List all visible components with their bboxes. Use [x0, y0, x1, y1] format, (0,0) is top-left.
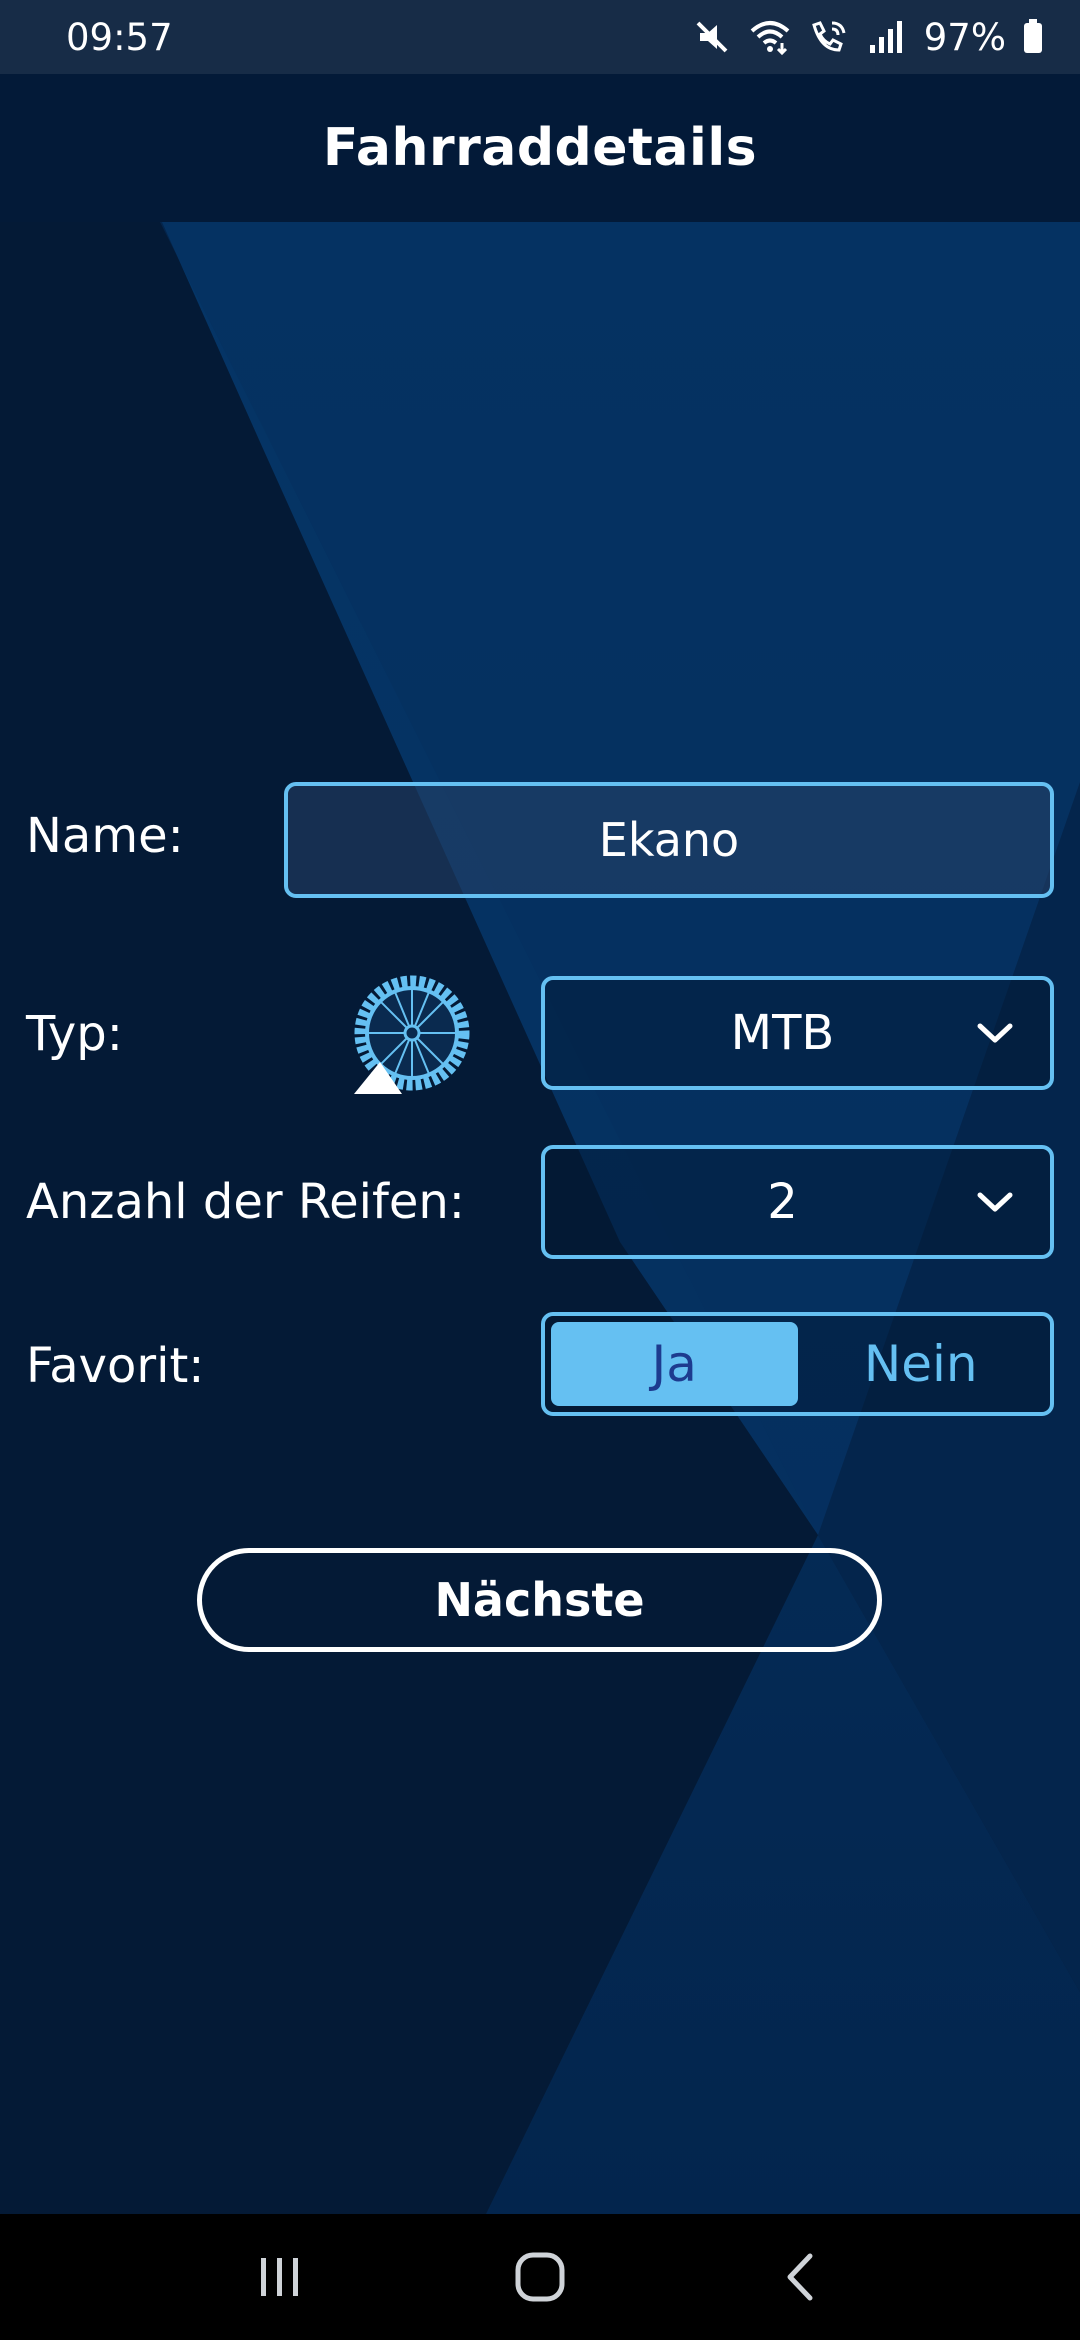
system-nav-bar	[0, 2214, 1080, 2340]
battery-icon	[1024, 19, 1042, 53]
name-input-value: Ekano	[598, 813, 740, 867]
type-label: Typ:	[26, 1006, 123, 1062]
battery-percentage: 97%	[923, 15, 1006, 59]
page-title: Fahrraddetails	[322, 118, 758, 178]
app-header: Fahrraddetails	[0, 74, 1080, 222]
bike-type-value: MTB	[730, 1005, 835, 1061]
bike-details-screen: 09:57 97% Fahrraddetails Name: Ekano Typ…	[0, 0, 1080, 2340]
favorite-toggle: Ja Nein	[541, 1312, 1054, 1416]
status-bar: 09:57 97%	[0, 0, 1080, 74]
name-input[interactable]: Ekano	[284, 782, 1054, 898]
next-button[interactable]: Nächste	[197, 1548, 882, 1652]
favorite-label: Favorit:	[26, 1338, 205, 1394]
status-icons: 97%	[692, 16, 1044, 59]
recents-icon	[261, 2258, 298, 2296]
back-icon	[787, 2253, 813, 2301]
recents-button[interactable]	[230, 2227, 330, 2327]
home-button[interactable]	[490, 2227, 590, 2327]
tire-count-select[interactable]: 2	[541, 1145, 1054, 1259]
chevron-down-icon	[977, 1023, 1013, 1043]
wifi-icon	[750, 21, 790, 56]
bike-type-select[interactable]: MTB	[541, 976, 1054, 1090]
tires-label: Anzahl der Reifen:	[26, 1174, 465, 1230]
chevron-down-icon	[977, 1192, 1013, 1212]
back-button[interactable]	[750, 2227, 850, 2327]
status-time: 09:57	[66, 15, 173, 59]
signal-icon	[869, 21, 902, 53]
favorite-no-option[interactable]: Nein	[798, 1322, 1045, 1406]
tire-count-value: 2	[767, 1174, 798, 1230]
favorite-yes-option[interactable]: Ja	[551, 1322, 798, 1406]
wifi-calling-icon	[811, 21, 846, 52]
mute-icon	[696, 21, 728, 53]
name-label: Name:	[26, 808, 184, 864]
home-icon	[515, 2252, 565, 2302]
mtb-wheel-icon	[354, 975, 470, 1094]
